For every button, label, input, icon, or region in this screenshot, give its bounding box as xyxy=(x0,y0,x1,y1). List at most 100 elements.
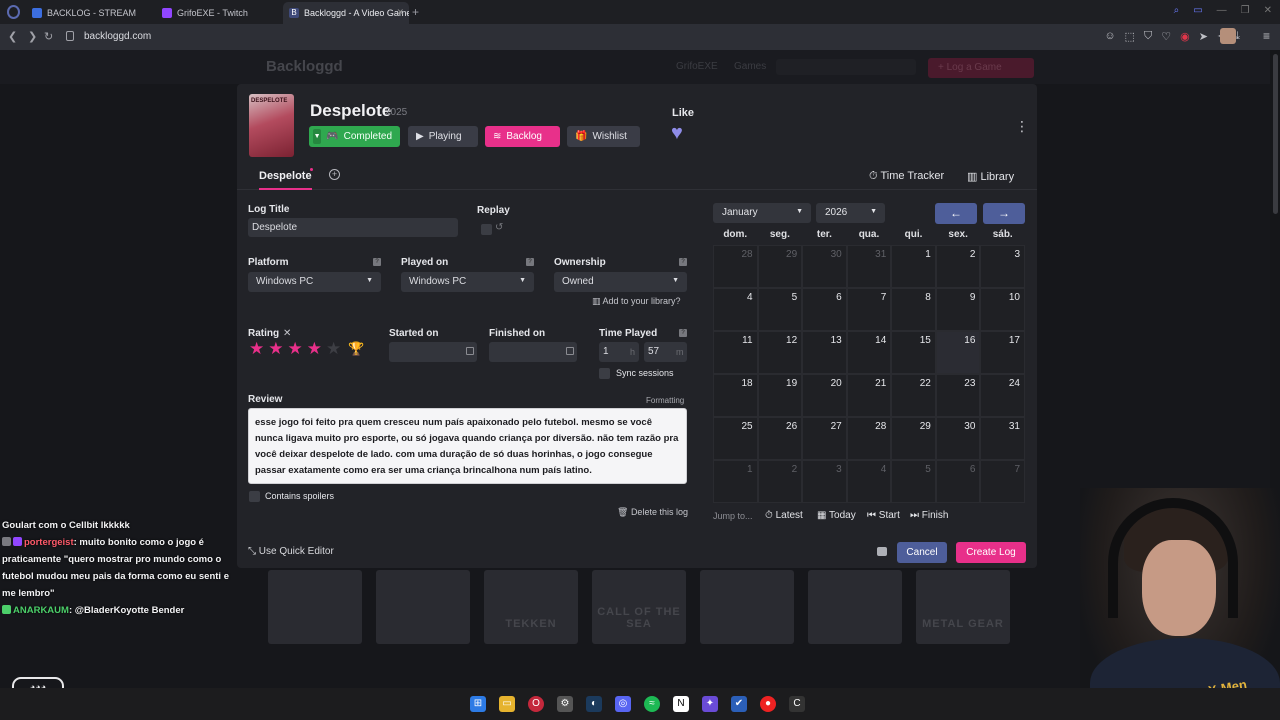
game-cover[interactable] xyxy=(268,570,362,644)
search-tabs-icon[interactable]: ⌕ xyxy=(1174,5,1180,16)
calendar-day[interactable]: 28 xyxy=(846,417,892,460)
cancel-button[interactable]: Cancel xyxy=(897,542,947,563)
new-tab-button[interactable]: + xyxy=(412,5,419,19)
calendar-icon[interactable] xyxy=(566,347,574,355)
time-tracker-tab[interactable]: ⏱ Time Tracker xyxy=(869,170,944,183)
app-icon[interactable]: ✦ xyxy=(702,696,718,712)
url-field[interactable]: backloggd.com xyxy=(84,31,151,42)
c-app-icon[interactable]: C xyxy=(789,696,805,712)
calendar-day[interactable]: 1 xyxy=(891,245,936,288)
calendar-day[interactable]: 1 xyxy=(713,460,758,503)
snapshot-icon[interactable]: ▭ xyxy=(1193,5,1202,16)
calendar-day[interactable]: 29 xyxy=(757,245,803,288)
calendar-day[interactable]: 11 xyxy=(713,331,758,374)
rating-stars[interactable]: ★ ★ ★ ★ ★ 🏆 xyxy=(249,340,364,358)
started-on-input[interactable] xyxy=(389,342,477,362)
calendar-day[interactable]: 14 xyxy=(846,331,892,374)
minimize-icon[interactable]: — xyxy=(1217,5,1227,16)
calendar-day[interactable]: 27 xyxy=(802,417,847,460)
steam-icon[interactable]: ◐ xyxy=(586,696,602,712)
calendar-day[interactable]: 21 xyxy=(846,374,892,417)
jump-latest-button[interactable]: ⏱ Latest xyxy=(765,510,803,521)
year-select[interactable]: 2026 ▼ xyxy=(816,203,885,223)
finished-on-input[interactable] xyxy=(489,342,577,362)
library-tab[interactable]: ▥ Library xyxy=(967,170,1014,183)
opera-icon[interactable]: O xyxy=(528,696,544,712)
star-icon[interactable]: ★ xyxy=(249,340,264,358)
log-title-input[interactable]: Despelote xyxy=(248,218,458,237)
review-textarea[interactable]: esse jogo foi feito pra quem cresceu num… xyxy=(248,408,687,484)
trophy-icon[interactable]: 🏆 xyxy=(348,340,364,358)
opera-logo-icon[interactable] xyxy=(7,5,20,19)
back-icon[interactable]: ❮ xyxy=(8,30,17,43)
menu-icon[interactable]: ≡ xyxy=(1263,29,1270,43)
more-options-icon[interactable]: ⋮ xyxy=(1015,118,1029,135)
ownership-select[interactable]: Owned ▼ xyxy=(554,272,687,292)
calendar-day[interactable]: 12 xyxy=(757,331,803,374)
calendar-day[interactable]: 18 xyxy=(713,374,758,417)
browser-tab-backlog-stream[interactable]: BACKLOG - STREAM xyxy=(26,2,152,24)
calendar-day[interactable]: 5 xyxy=(757,288,803,331)
profile-avatar[interactable] xyxy=(1220,28,1236,44)
jump-finish-button[interactable]: ⏭ Finish xyxy=(910,510,948,521)
calendar-day[interactable]: 5 xyxy=(891,460,936,503)
game-cover[interactable]: TEKKEN xyxy=(484,570,578,644)
browser-tab-backloggd[interactable]: B Backloggd - A Video Game ✕ xyxy=(283,2,409,24)
reload-icon[interactable]: ↻ xyxy=(44,30,53,43)
help-icon[interactable]: ? xyxy=(679,258,687,266)
backlog-status-button[interactable]: ≋ Backlog xyxy=(485,126,560,147)
star-icon[interactable]: ★ xyxy=(288,340,303,358)
add-to-library-link[interactable]: ▥ Add to your library? xyxy=(592,296,681,307)
close-tab-icon[interactable]: ✕ xyxy=(396,7,404,18)
calendar-day[interactable]: 22 xyxy=(891,374,936,417)
notion-icon[interactable]: N xyxy=(673,696,689,712)
wishlist-status-button[interactable]: 🎁 Wishlist xyxy=(567,126,640,147)
calendar-day[interactable]: 24 xyxy=(980,374,1025,417)
discord-icon[interactable]: ◎ xyxy=(615,696,631,712)
star-icon[interactable]: ★ xyxy=(268,340,283,358)
calendar-day[interactable]: 4 xyxy=(846,460,892,503)
game-cover[interactable] xyxy=(808,570,902,644)
forward-icon[interactable]: ❯ xyxy=(28,30,37,43)
calendar-day[interactable]: 8 xyxy=(891,288,936,331)
month-select[interactable]: January ▼ xyxy=(713,203,811,223)
spoilers-checkbox[interactable] xyxy=(249,491,260,502)
jump-start-button[interactable]: ⏮ Start xyxy=(867,510,900,521)
send-icon[interactable]: ➤ xyxy=(1199,30,1208,43)
calendar-day[interactable]: 2 xyxy=(935,245,981,288)
record-icon[interactable]: ◉ xyxy=(1180,30,1190,43)
site-user-menu[interactable]: GrifoEXE xyxy=(676,61,718,72)
delete-log-button[interactable]: 🗑 Delete this log xyxy=(617,507,688,518)
help-icon[interactable]: ? xyxy=(373,258,381,266)
file-explorer-icon[interactable]: ▭ xyxy=(499,696,515,712)
calendar-day[interactable]: 19 xyxy=(757,374,803,417)
site-search-input[interactable] xyxy=(776,59,916,75)
replay-checkbox[interactable] xyxy=(481,224,492,235)
like-heart-icon[interactable]: ♥ xyxy=(671,122,683,145)
calendar-day[interactable]: 17 xyxy=(980,331,1025,374)
calendar-day[interactable]: 23 xyxy=(935,374,981,417)
game-cover[interactable]: METAL GEAR xyxy=(916,570,1010,644)
calendar-day[interactable]: 30 xyxy=(802,245,847,288)
settings-icon[interactable]: ⚙ xyxy=(557,696,573,712)
sync-sessions-checkbox[interactable] xyxy=(599,368,610,379)
site-log-game-button[interactable]: + Log a Game xyxy=(928,58,1034,78)
calendar-day[interactable]: 13 xyxy=(802,331,847,374)
prev-month-button[interactable]: ← xyxy=(935,203,977,224)
calendar-day[interactable]: 7 xyxy=(846,288,892,331)
site-logo[interactable]: Backloggd xyxy=(266,58,343,75)
emoji-icon[interactable]: ☺ xyxy=(1104,30,1115,43)
calendar-day[interactable]: 20 xyxy=(802,374,847,417)
calendar-day[interactable]: 3 xyxy=(802,460,847,503)
calendar-day[interactable]: 7 xyxy=(980,460,1025,503)
calendar-day[interactable]: 29 xyxy=(891,417,936,460)
calendar-day[interactable]: 3 xyxy=(980,245,1025,288)
clear-rating-icon[interactable]: ✕ xyxy=(283,328,291,339)
comment-icon[interactable] xyxy=(877,547,887,556)
playing-status-button[interactable]: ▶ Playing xyxy=(408,126,478,147)
screenshot-icon[interactable]: ⬚ xyxy=(1125,30,1135,43)
star-icon[interactable]: ★ xyxy=(307,340,322,358)
tasks-icon[interactable]: ✔ xyxy=(731,696,747,712)
calendar-icon[interactable] xyxy=(466,347,474,355)
windows-start-icon[interactable]: ⊞ xyxy=(470,696,486,712)
